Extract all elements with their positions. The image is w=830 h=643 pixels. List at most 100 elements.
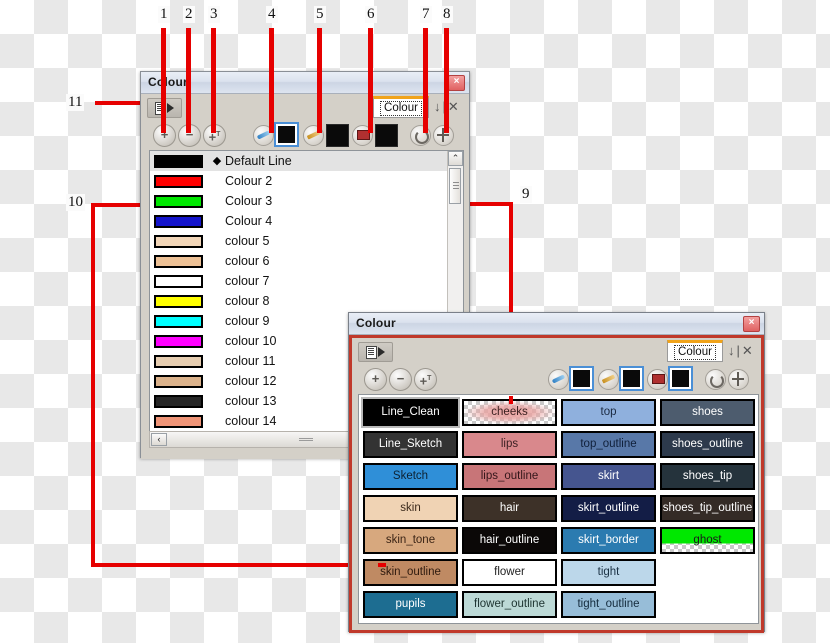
window1-title: Colour	[148, 75, 188, 89]
annotation-line-10-arrow	[378, 563, 386, 567]
colour-list-item[interactable]: colour 6	[150, 251, 463, 271]
paint-colour-swatch[interactable]	[668, 366, 693, 391]
close-icon[interactable]: ×	[448, 75, 465, 91]
colour-swatch-cell[interactable]: Line_Clean	[361, 397, 460, 428]
colour-list-swatch	[154, 154, 203, 168]
colour-swatch-label: shoes	[692, 405, 723, 418]
colour-list-swatch	[154, 234, 203, 248]
colour-swatch-cell[interactable]: top	[561, 399, 656, 426]
pencil-colour-swatch[interactable]	[619, 366, 644, 391]
colour-swatch-cell[interactable]: skin_tone	[363, 527, 458, 554]
colour-list-marker-icon: ◆	[212, 155, 222, 167]
brush-icon[interactable]	[548, 369, 569, 390]
tab-dock-icons[interactable]: ↓|✕	[728, 343, 755, 359]
colour-list-item[interactable]: colour 5	[150, 231, 463, 251]
panel-menu-arrow-icon	[167, 103, 174, 113]
colour-list-item[interactable]: colour 7	[150, 271, 463, 291]
colour-swatch-label: skin	[400, 501, 421, 514]
add-colour-button[interactable]: +	[364, 368, 387, 391]
callout-label-9: 9	[520, 186, 532, 203]
colour-swatch-cell[interactable]: flower	[462, 559, 557, 586]
window2-top-strip: Colour ↓|✕	[352, 338, 761, 366]
vertical-scroll-thumb[interactable]	[449, 168, 461, 204]
annotation-tick-3	[211, 28, 216, 133]
remove-colour-button[interactable]: −	[389, 368, 412, 391]
colour-list-swatch	[154, 254, 203, 268]
colour-swatch-cell[interactable]: hair	[462, 495, 557, 522]
move-colour-icon[interactable]	[728, 369, 749, 390]
horizontal-scroll-grip[interactable]	[299, 438, 313, 442]
colour-list-swatch	[154, 274, 203, 288]
annotation-tick-1	[161, 28, 166, 133]
window2-toolbar: + − +T	[352, 366, 761, 392]
colour-list-swatch	[154, 354, 203, 368]
colour-list-swatch	[154, 314, 203, 328]
colour-swatch-label: shoes_outline	[672, 437, 743, 450]
scroll-left-icon[interactable]: ‹	[151, 433, 167, 446]
colour-list-swatch	[154, 174, 203, 188]
colour-list-label: colour 8	[225, 294, 270, 308]
colour-swatch-cell[interactable]: ghost	[660, 527, 755, 554]
colour-list-item[interactable]: ◆ Default Line	[150, 151, 463, 171]
callout-label-4: 4	[266, 6, 278, 23]
annotation-line-10-h-bot	[91, 563, 383, 567]
tab-colour[interactable]: Colour	[667, 340, 723, 362]
colour-swatch-cell[interactable]: lips_outline	[462, 463, 557, 490]
scroll-up-icon[interactable]: ⌃	[448, 151, 463, 166]
colour-swatch-label: hair_outline	[479, 533, 540, 546]
colour-swatch-label: tight	[597, 565, 620, 578]
panel-menu-arrow-icon	[378, 347, 385, 357]
colour-list-swatch	[154, 334, 203, 348]
colour-swatch-cell[interactable]: tight	[561, 559, 656, 586]
callout-label-7: 7	[420, 6, 432, 23]
colour-swatch-cell[interactable]: hair_outline	[462, 527, 557, 554]
colour-swatch-grid[interactable]: Line_Clean Line_Sketch Sketch skin skin_tone…	[358, 394, 759, 624]
brush-colour-swatch[interactable]	[274, 122, 299, 147]
colour-swatch-label: Line_Clean	[381, 405, 440, 418]
tab-colour[interactable]: Colour	[373, 96, 429, 118]
colour-list-label: colour 5	[225, 234, 270, 248]
colour-swatch-cell[interactable]: Sketch	[363, 463, 458, 490]
pencil-icon[interactable]	[598, 369, 619, 390]
colour-list-label: Colour 2	[225, 174, 273, 188]
colour-list-item[interactable]: Colour 4	[150, 211, 463, 231]
colour-list-item[interactable]: Colour 3	[150, 191, 463, 211]
paint-bucket-icon[interactable]	[647, 369, 668, 390]
colour-list-item[interactable]: Colour 2	[150, 171, 463, 191]
colour-swatch-cell[interactable]: skirt_outline	[561, 495, 656, 522]
colour-swatch-cell[interactable]: shoes_outline	[660, 431, 755, 458]
colour-swatch-cell[interactable]: shoes_tip	[660, 463, 755, 490]
annotation-tick-8	[444, 28, 449, 133]
colour-swatch-label: top	[600, 405, 617, 418]
colour-list-swatch	[154, 214, 203, 228]
colour-swatch-cell[interactable]: shoes_tip_outline	[660, 495, 755, 522]
annotation-tick-4	[269, 28, 274, 133]
colour-window-grid[interactable]: Colour × Colour ↓|✕ + − +T Line_Clean Li…	[348, 312, 765, 633]
colour-swatch-cell[interactable]: lips	[462, 431, 557, 458]
cycle-colour-icon[interactable]	[705, 369, 726, 390]
colour-swatch-label: skirt	[597, 469, 620, 482]
brush-colour-swatch[interactable]	[569, 366, 594, 391]
colour-list-swatch	[154, 194, 203, 208]
colour-swatch-cell[interactable]: skirt_border	[561, 527, 656, 554]
colour-swatch-cell[interactable]: flower_outline	[462, 591, 557, 618]
colour-swatch-cell[interactable]: tight_outline	[561, 591, 656, 618]
panel-menu-icon[interactable]	[358, 342, 393, 362]
colour-swatch-cell[interactable]: pupils	[363, 591, 458, 618]
colour-list-label: colour 14	[225, 414, 277, 428]
colour-swatch-cell[interactable]: shoes	[660, 399, 755, 426]
annotation-tick-5	[317, 28, 322, 133]
pencil-colour-swatch[interactable]	[326, 124, 349, 147]
colour-list-label: colour 6	[225, 254, 270, 268]
colour-list-item[interactable]: colour 8	[150, 291, 463, 311]
colour-swatch-cell[interactable]: top_outline	[561, 431, 656, 458]
paint-colour-swatch[interactable]	[375, 124, 398, 147]
close-icon[interactable]: ×	[743, 316, 760, 332]
colour-swatch-cell[interactable]: skin	[363, 495, 458, 522]
callout-label-8: 8	[441, 6, 453, 23]
colour-swatch-cell[interactable]: Line_Sketch	[363, 431, 458, 458]
window2-titlebar[interactable]: Colour ×	[349, 313, 764, 335]
add-text-colour-button[interactable]: +T	[414, 368, 437, 391]
callout-label-5: 5	[314, 6, 326, 23]
colour-swatch-cell[interactable]: skirt	[561, 463, 656, 490]
